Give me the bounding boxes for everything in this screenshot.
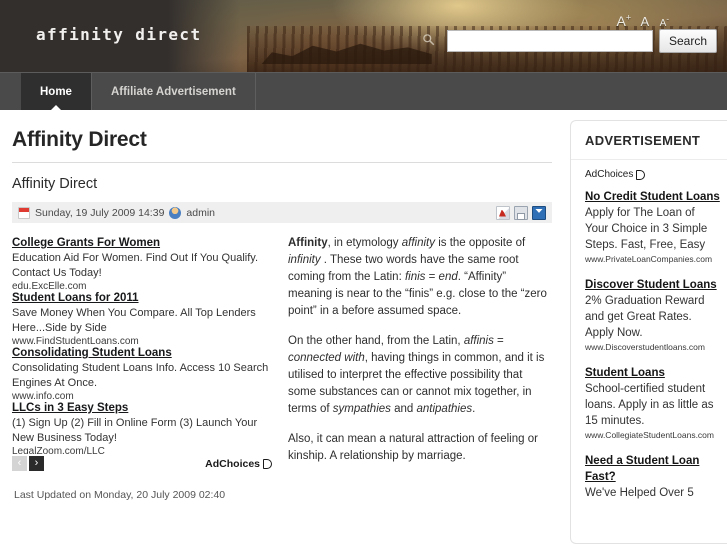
article-paragraph-2: On the other hand, from the Latin, affin… (288, 333, 550, 418)
sidebar-ad-description: 2% Graduation Reward and get Great Rates… (585, 295, 705, 339)
para2-e: . (472, 403, 476, 415)
adchoices-icon (263, 458, 272, 469)
inline-ad-footer: ‹ › AdChoices (12, 456, 272, 471)
sidebar-ad-unit: Discover Student Loans 2% Graduation Rew… (585, 277, 727, 353)
inline-ad-description: (1) Sign Up (2) Fill in Online Form (3) … (12, 417, 258, 444)
article-paragraph-1: Affinity, in etymology affinity is the o… (288, 235, 550, 320)
advertisement-body: AdChoices No Credit Student Loans Apply … (571, 160, 727, 501)
para2-i2: connected with (288, 352, 365, 364)
inline-ad-description: Consolidating Student Loans Info. Access… (12, 362, 269, 389)
para1-a: , in etymology (327, 237, 402, 249)
inline-ad-url[interactable]: LegalZoom.com/LLC (12, 446, 272, 454)
inline-ad-unit: Consolidating Student Loans Consolidatin… (12, 345, 272, 399)
article-author: admin (186, 206, 216, 219)
adchoices-label: AdChoices (205, 457, 260, 470)
advertisement-heading: ADVERTISEMENT (571, 121, 727, 160)
page-title: Affinity Direct (12, 128, 147, 151)
para2-b: = (493, 335, 504, 347)
ad-next-button[interactable]: › (29, 456, 44, 471)
font-size-decrease-button[interactable]: A- (660, 14, 669, 28)
inline-ad-description: Education Aid For Women. Find Out If You… (12, 252, 259, 279)
article-date: Sunday, 19 July 2009 14:39 (35, 206, 165, 219)
site-header: affinity direct A+ A A- Search (0, 0, 727, 72)
pdf-icon[interactable] (496, 205, 510, 220)
article-meta-left: Sunday, 19 July 2009 14:39 admin (18, 206, 496, 219)
main-navigation: Home Affiliate Advertisement (0, 72, 727, 110)
adchoices-icon (636, 169, 646, 180)
print-icon[interactable] (514, 205, 528, 220)
advertisement-panel: ADVERTISEMENT AdChoices No Credit Studen… (570, 120, 727, 544)
para1-i4: end (438, 271, 458, 283)
inline-ad-unit: Student Loans for 2011 Save Money When Y… (12, 290, 272, 344)
font-size-increase-button[interactable]: A+ (616, 12, 631, 29)
inline-ad-column: College Grants For Women Education Aid F… (12, 235, 272, 478)
search-icon (423, 34, 435, 46)
sidebar-ad-title[interactable]: Student Loans (585, 365, 727, 381)
nav-item-affiliate-advertisement[interactable]: Affiliate Advertisement (92, 73, 256, 110)
sidebar-ad-url[interactable]: www.PrivateLoanCompanies.com (585, 253, 727, 265)
site-logo[interactable]: affinity direct (36, 25, 202, 44)
page-body: Affinity Direct Affinity Direct Sunday, … (0, 110, 727, 545)
adchoices-link[interactable]: AdChoices (205, 458, 272, 470)
sidebar-ad-description: Apply for The Loan of Your Choice in 3 S… (585, 207, 708, 251)
sidebar-ad-description: School-certified student loans. Apply in… (585, 383, 714, 427)
advertisement-sidebar: ADVERTISEMENT AdChoices No Credit Studen… (570, 120, 727, 545)
para1-i3: finis (404, 271, 426, 283)
article-actions (496, 205, 546, 220)
para1-i2: infinity (288, 254, 321, 266)
inline-ad-title[interactable]: Student Loans for 2011 (12, 290, 272, 306)
sidebar-ad-url[interactable]: www.Discoverstudentloans.com (585, 341, 727, 353)
inline-ad-description: Save Money When You Compare. All Top Len… (12, 307, 256, 334)
nav-item-home[interactable]: Home (21, 73, 92, 110)
main-content: Affinity Direct Affinity Direct Sunday, … (0, 110, 570, 545)
sidebar-adchoices-label: AdChoices (585, 169, 634, 180)
search-input[interactable] (446, 30, 653, 52)
sidebar-ad-title[interactable]: Discover Student Loans (585, 277, 727, 293)
para1-i1: affinity (401, 237, 436, 249)
article-columns: College Grants For Women Education Aid F… (10, 235, 554, 478)
para1-b: is the opposite of (435, 237, 526, 249)
sidebar-ad-title[interactable]: Need a Student Loan Fast? (585, 453, 727, 485)
inline-ad-url[interactable]: www.info.com (12, 391, 272, 399)
sidebar-ad-unit: Need a Student Loan Fast? We've Helped O… (585, 453, 727, 501)
email-icon[interactable] (532, 205, 546, 220)
sidebar-adchoices-link[interactable]: AdChoices (585, 169, 727, 180)
article-meta-bar: Sunday, 19 July 2009 14:39 admin (12, 202, 552, 223)
inline-ad-title[interactable]: College Grants For Women (12, 235, 272, 251)
sidebar-ad-url[interactable]: www.CollegiateStudentLoans.com (585, 429, 727, 441)
search-button[interactable]: Search (658, 29, 717, 53)
article-title: Affinity Direct (12, 176, 98, 192)
para2-i3: sympathies (332, 403, 391, 415)
inline-ad-unit: College Grants For Women Education Aid F… (12, 235, 272, 289)
inline-ad-url[interactable]: edu.ExcElle.com (12, 281, 272, 289)
para2-a: On the other hand, from the Latin, (288, 335, 464, 347)
last-updated-text: Last Updated on Monday, 20 July 2009 02:… (14, 489, 226, 501)
calendar-icon (18, 206, 30, 219)
inline-ad-title[interactable]: Consolidating Student Loans (12, 345, 272, 361)
title-divider (12, 162, 552, 163)
inline-ad-unit: LLCs in 3 Easy Steps (1) Sign Up (2) Fil… (12, 400, 272, 454)
para2-i4: antipathies (416, 403, 473, 415)
inline-ad-url[interactable]: www.FindStudentLoans.com (12, 336, 272, 344)
article-paragraph-3: Also, it can mean a natural attraction o… (288, 433, 538, 462)
para1-lead: Affinity (288, 237, 328, 249)
para1-d: = (425, 271, 439, 283)
para2-d: and (390, 403, 417, 415)
font-size-controls: A+ A A- (616, 12, 669, 31)
inline-ad-title[interactable]: LLCs in 3 Easy Steps (12, 400, 272, 416)
nav-left-spacer (0, 73, 21, 110)
ad-prev-button[interactable]: ‹ (12, 456, 27, 471)
user-icon (169, 206, 182, 219)
article-text-column: Affinity, in etymology affinity is the o… (288, 235, 550, 478)
para2-i1: affinis (463, 335, 494, 347)
ad-pagination: ‹ › (12, 456, 44, 471)
sidebar-ad-title[interactable]: No Credit Student Loans (585, 189, 727, 205)
font-size-normal-button[interactable]: A (641, 14, 650, 29)
search-area: Search (423, 29, 717, 53)
sidebar-ad-description: We've Helped Over 5 (585, 487, 694, 499)
sidebar-ad-unit: No Credit Student Loans Apply for The Lo… (585, 189, 727, 265)
sidebar-ad-unit: Student Loans School-certified student l… (585, 365, 727, 441)
nav-filler (256, 73, 727, 110)
